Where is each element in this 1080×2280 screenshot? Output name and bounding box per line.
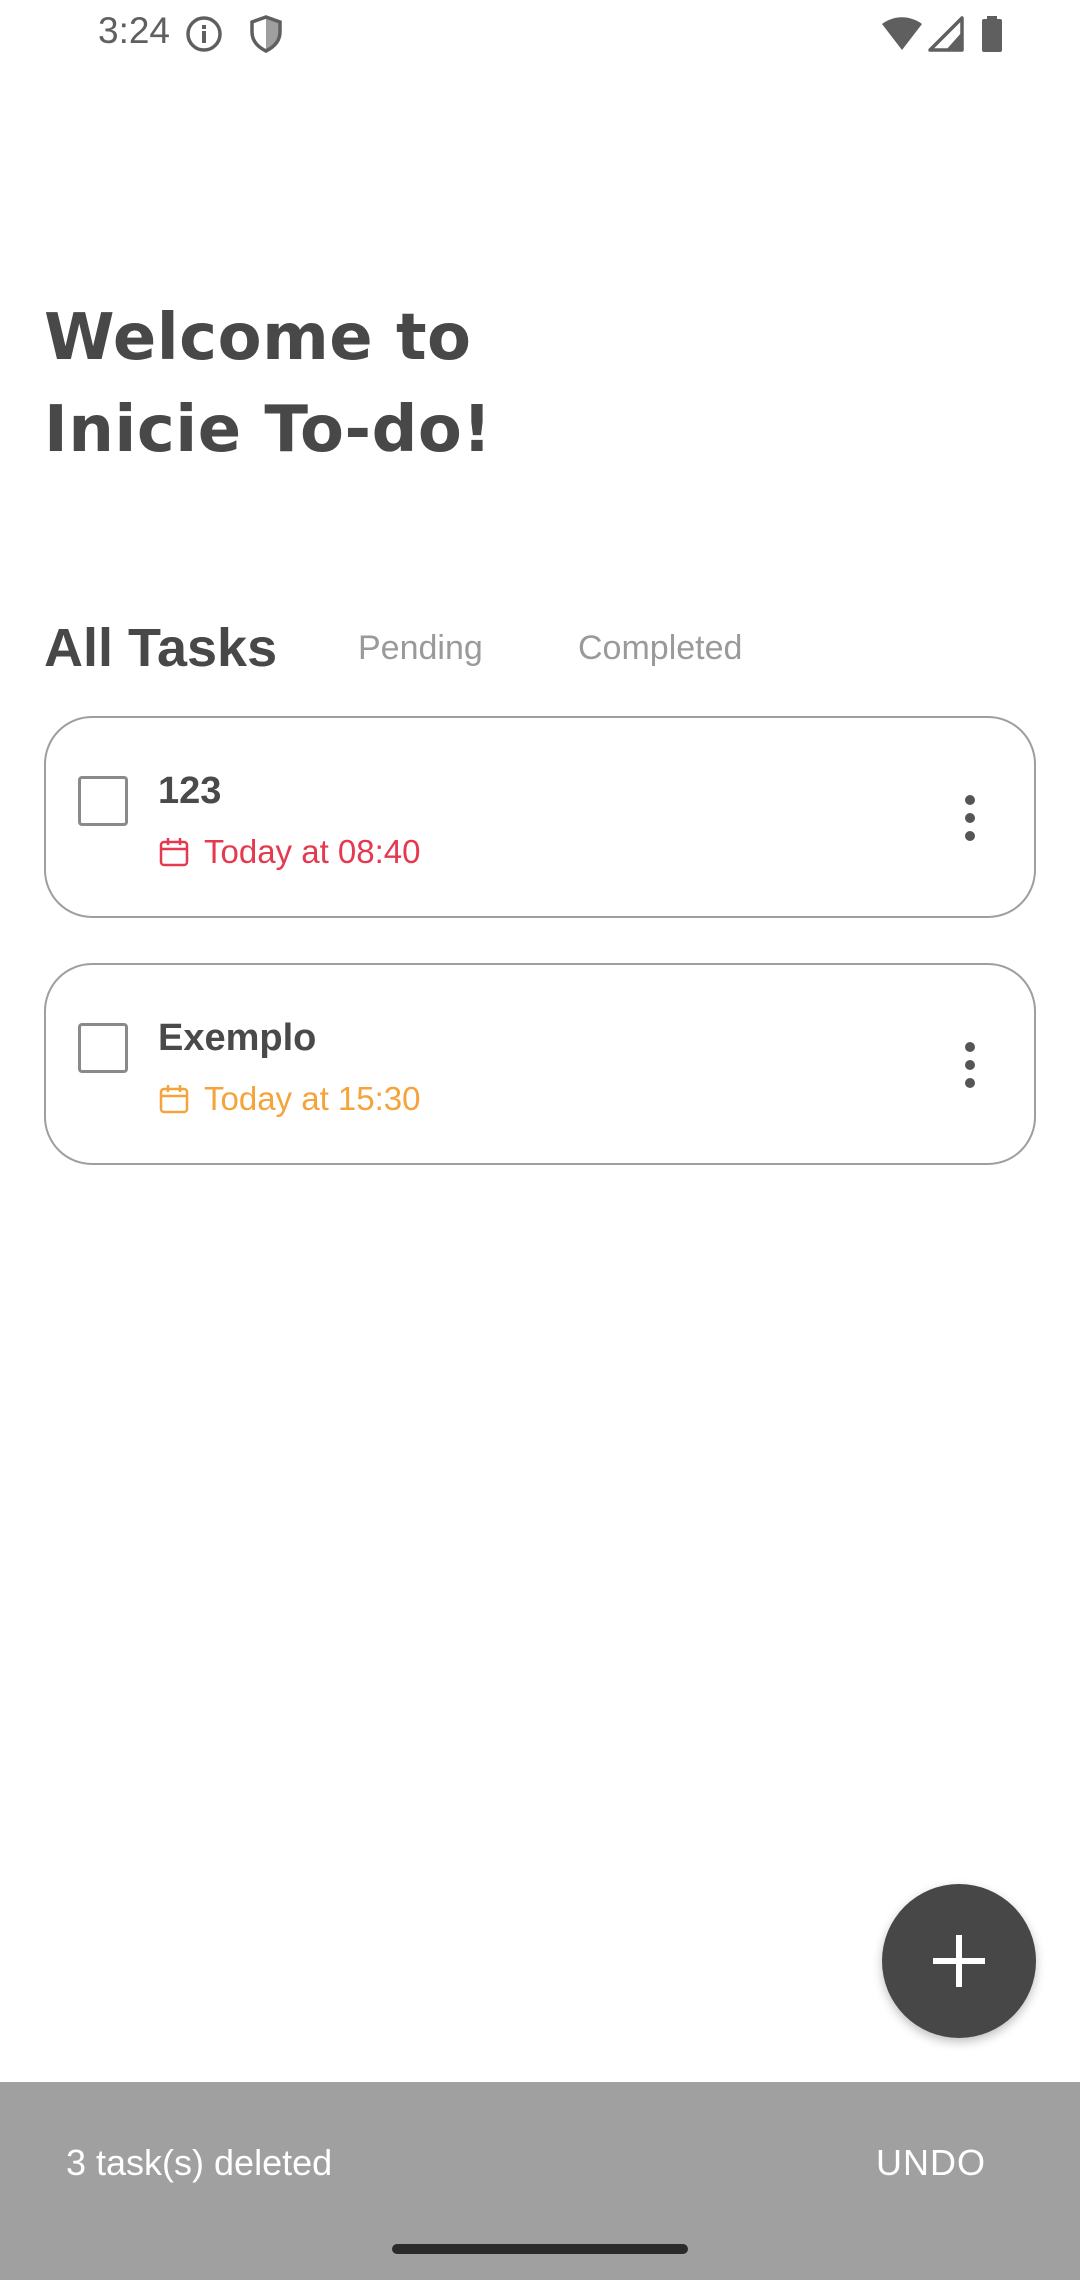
more-options-icon[interactable] xyxy=(962,1041,978,1089)
signal-icon xyxy=(928,16,964,52)
task-checkbox[interactable] xyxy=(78,1023,128,1073)
snackbar: 3 task(s) deleted UNDO xyxy=(0,2082,1080,2280)
undo-button[interactable]: UNDO xyxy=(876,2142,986,2184)
add-task-button[interactable] xyxy=(882,1884,1036,2038)
task-card[interactable]: 123 Today at 08:40 xyxy=(44,716,1036,918)
welcome-line-2: Inicie To-do! xyxy=(44,393,493,467)
wifi-icon xyxy=(882,17,922,50)
welcome-title: Welcome to Inicie To-do! xyxy=(44,292,744,476)
welcome-line-1: Welcome to xyxy=(44,301,472,375)
task-title: 123 xyxy=(158,770,222,812)
task-due-date: Today at 08:40 xyxy=(158,830,421,874)
task-checkbox[interactable] xyxy=(78,776,128,826)
more-options-icon[interactable] xyxy=(962,794,978,842)
tab-pending[interactable]: Pending xyxy=(358,608,483,688)
calendar-icon xyxy=(159,838,189,867)
task-due-date: Today at 15:30 xyxy=(158,1077,421,1121)
task-filter-tabs: All Tasks Pending Completed xyxy=(44,608,1044,688)
snackbar-message: 3 task(s) deleted xyxy=(66,2142,333,2183)
plus-icon xyxy=(933,1935,985,1987)
status-bar: 3:24 xyxy=(0,0,1080,70)
info-icon xyxy=(186,16,222,52)
status-time: 3:24 xyxy=(98,10,171,51)
shield-icon xyxy=(250,15,282,53)
task-title: Exemplo xyxy=(158,1017,317,1059)
home-indicator[interactable] xyxy=(392,2244,688,2254)
screen: 3:24 Welcome to Inicie To-do! All Tasks … xyxy=(0,0,1080,2280)
task-date-text: Today at 15:30 xyxy=(204,1080,421,1117)
task-date-text: Today at 08:40 xyxy=(204,833,421,870)
tab-all-tasks[interactable]: All Tasks xyxy=(44,608,277,688)
tab-completed[interactable]: Completed xyxy=(578,608,742,688)
calendar-icon xyxy=(159,1085,189,1114)
battery-icon xyxy=(982,16,1002,52)
task-card[interactable]: Exemplo Today at 15:30 xyxy=(44,963,1036,1165)
